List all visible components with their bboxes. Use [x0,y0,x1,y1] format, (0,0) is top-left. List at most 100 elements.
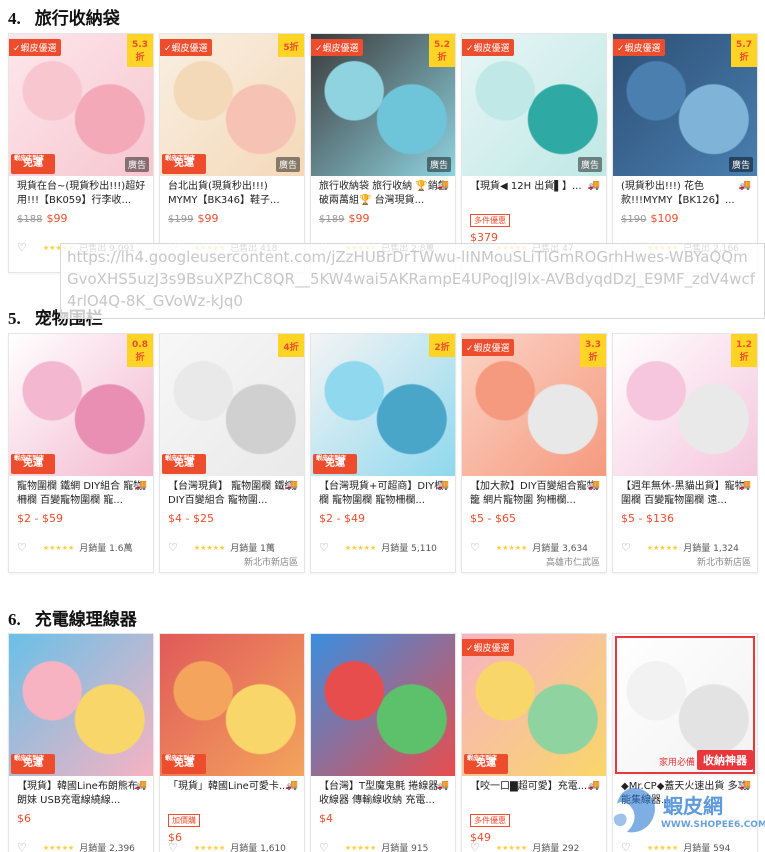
product-title[interactable]: 【台灣現貨+可超商】DIY柵欄 寵物圍欄 寵物柵欄... [319,480,449,508]
ad-label: 廣告 [124,157,149,172]
product-image[interactable]: ✓蝦皮優選 3.3折 [462,334,606,476]
product-info: 【台灣】T型魔鬼氈 捲線器 收線器 傳輸線收納 充電... $4 🚚 ♡ ★★★★★ 月銷… [311,776,455,852]
section-number: 4. [8,9,21,28]
product-title[interactable]: 【台灣】T型魔鬼氈 捲線器 收線器 傳輸線收納 充電... [319,780,449,808]
product-image[interactable]: ✓蝦皮優選 5.3折 廣告 蝦皮店到店 免運 [9,34,153,176]
price-row: $4 - $25 [168,512,298,525]
price-row: $2 - $59 [17,512,147,525]
heart-icon[interactable]: ♡ [319,841,329,852]
product-card[interactable]: ✓蝦皮優選 5.3折 廣告 蝦皮店到店 免運 現貨在台~(現貨秒出!!!)超好用!!!【B… [8,33,154,273]
product-image[interactable] [311,634,455,776]
product-card[interactable]: 2折 蝦皮店到店 免運 【台灣現貨+可超商】DIY柵欄 寵物圍欄 寵物柵欄... $2 … [310,333,456,573]
product-card[interactable]: ✓蝦皮優選廣告【現貨◀ 12H 出貨▌】...多件優惠$379🚚♡★★★★★已售… [461,33,607,273]
price-row: $189 $99 [319,212,449,225]
product-card[interactable]: ✓蝦皮優選 蝦皮店到店 免運 【咬一口▇超可愛】充電... 多件優惠 $49 🚚 ♡ ★★★★★… [461,633,607,852]
free-shipping-sub: 蝦皮店到店 [14,755,45,762]
product-image[interactable]: 收納神器 家用必備 [613,634,757,776]
free-shipping-truck-icon: 🚚 [134,780,147,791]
product-title[interactable]: 【週年無休-黑貓出貨】寵物圍欄 百變寵物圍欄 遠... [621,480,751,508]
product-image[interactable]: 0.8折 蝦皮店到店 免運 [9,334,153,476]
preferred-seller-badge: ✓蝦皮優選 [9,39,61,56]
heart-icon[interactable]: ♡ [17,841,27,852]
preferred-seller-badge: ✓蝦皮優選 [462,639,514,656]
heart-icon[interactable]: ♡ [470,841,480,852]
free-shipping-sub: 蝦皮店到店 [14,455,45,462]
product-image[interactable]: ✓蝦皮優選 5.7折 廣告 [613,34,757,176]
product-image[interactable]: ✓蝦皮優選 5.2折 廣告 [311,34,455,176]
seller-location: 新北市新店區 [243,558,298,568]
meta-row: ♡ ★★★★★ 月銷量 1,610 [168,841,298,852]
product-info: 「現貨」韓國Line可愛卡... 加價購 $6 🚚 ♡ ★★★★★ 月銷量 1,610 [160,776,304,852]
free-shipping-truck-icon: 🚚 [285,780,298,791]
product-title[interactable]: 「現貨」韓國Line可愛卡... [168,780,298,808]
product-title[interactable]: 現貨在台~(現貨秒出!!!)超好用!!!【BK059】行李收... [17,180,147,208]
product-image[interactable]: ✓蝦皮優選 廣告 [462,34,606,176]
shrimp-logo-icon [613,787,656,833]
product-card[interactable]: 蝦皮店到店 免運 【現貨】韓國Line布朗熊布朗妹 USB充電線繞線... $6 🚚 ♡ ★… [8,633,154,852]
product-title[interactable]: 【現貨◀ 12H 出貨▌】... [470,180,600,208]
sold-count: 月銷量 594 [683,844,731,852]
free-shipping-badge: 蝦皮店到店 免運 [11,754,55,774]
heart-icon[interactable]: ♡ [319,541,329,554]
product-image[interactable]: 蝦皮店到店 免運 [9,634,153,776]
seller-location: 高雄市仁武區 [545,558,600,568]
heart-icon[interactable]: ♡ [168,841,178,852]
product-title[interactable]: 【加大款】DIY百變組合寵物籠 網片寵物圍 狗柵欄... [470,480,600,508]
section-number: 6. [8,610,21,629]
image-url-overlay: https://lh4.googleusercontent.com/jZzHUB… [60,243,765,319]
discount-badge: 3.3折 [580,334,606,367]
product-card[interactable]: ✓蝦皮優選 5.2折 廣告旅行收納袋 旅行收納 🏆銷售破兩萬組🏆 台灣現貨... $1… [310,33,456,273]
product-title[interactable]: 寵物圍欄 鐵網 DIY組合 寵物柵欄 百變寵物圍欄 寵... [17,480,147,508]
product-row: ✓蝦皮優選 5.3折 廣告 蝦皮店到店 免運 現貨在台~(現貨秒出!!!)超好用!!!【B… [8,33,763,273]
heart-icon[interactable]: ♡ [168,541,178,554]
product-title[interactable]: 旅行收納袋 旅行收納 🏆銷售破兩萬組🏆 台灣現貨... [319,180,449,208]
product-title[interactable]: 【現貨】韓國Line布朗熊布朗妹 USB充電線繞線... [17,780,147,808]
heart-icon[interactable]: ♡ [621,541,631,554]
product-card[interactable]: ✓蝦皮優選 3.3折 【加大款】DIY百變組合寵物籠 網片寵物圍 狗柵欄... $5 … [461,333,607,573]
star-rating-icon: ★★★★★ [495,843,528,852]
product-card[interactable]: 【台灣】T型魔鬼氈 捲線器 收線器 傳輸線收納 充電... $4 🚚 ♡ ★★★★★ 月銷… [310,633,456,852]
product-image[interactable]: 4折 蝦皮店到店 免運 [160,334,304,476]
free-shipping-truck-icon: 🚚 [436,780,449,791]
product-card[interactable]: ✓蝦皮優選 5.7折 廣告 (現貨秒出!!!) 花色款!!!MYMY【BK126】..… [612,33,758,273]
product-image[interactable]: ✓蝦皮優選 5折 廣告 蝦皮店到店 免運 [160,34,304,176]
product-image[interactable]: 1.2折 [613,334,757,476]
product-card[interactable]: 1.2折【週年無休-黑貓出貨】寵物圍欄 百變寵物圍欄 遠... $5 - $136… [612,333,758,573]
free-shipping-truck-icon: 🚚 [587,480,600,491]
product-image[interactable]: 蝦皮店到店 免運 [160,634,304,776]
watermark-text: 蝦皮網 [663,794,723,818]
product-title[interactable]: 台北出貨(現貨秒出!!!) MYMY【BK346】鞋子... [168,180,298,208]
discount-badge: 5.2折 [429,34,455,67]
heart-icon[interactable]: ♡ [470,541,480,554]
star-rating-icon: ★★★★★ [646,843,679,852]
seller-location: 新北市新店區 [696,558,751,568]
free-shipping-truck-icon: 🚚 [738,180,751,191]
product-info: 【週年無休-黑貓出貨】寵物圍欄 百變寵物圍欄 遠... $5 - $136 🚚 ♡ ★★… [613,476,757,572]
product-info: 【加大款】DIY百變組合寵物籠 網片寵物圍 狗柵欄... $5 - $65 🚚 ♡ ★★… [462,476,606,572]
free-shipping-badge: 蝦皮店到店 免運 [11,154,55,174]
sale-price: $5 - $136 [621,512,674,525]
heart-icon[interactable]: ♡ [17,241,27,254]
heart-icon[interactable]: ♡ [17,541,27,554]
product-card[interactable]: 0.8折 蝦皮店到店 免運寵物圍欄 鐵網 DIY組合 寵物柵欄 百變寵物圍欄 寵..… [8,333,154,573]
free-shipping-badge: 蝦皮店到店 免運 [162,154,206,174]
product-card[interactable]: ✓蝦皮優選 5折 廣告 蝦皮店到店 免運台北出貨(現貨秒出!!!) MYMY【BK346… [159,33,305,273]
ad-label: 廣告 [728,157,753,172]
sale-price: $99 [348,212,370,225]
product-image[interactable]: ✓蝦皮優選 蝦皮店到店 免運 [462,634,606,776]
free-shipping-sub: 蝦皮店到店 [467,755,498,762]
product-title[interactable]: 【台灣現貨】 寵物圍欄 鐵網 DIY百變組合 寵物圍... [168,480,298,508]
product-title[interactable]: (現貨秒出!!!) 花色款!!!MYMY【BK126】... [621,180,751,208]
star-rating-icon: ★★★★★ [495,543,528,552]
product-info: 【台灣現貨+可超商】DIY柵欄 寵物圍欄 寵物柵欄... $2 - $49 🚚 ♡ ★★… [311,476,455,572]
free-shipping-sub: 蝦皮店到店 [14,155,45,162]
original-price: $189 [319,214,345,225]
product-image[interactable]: 2折 蝦皮店到店 免運 [311,334,455,476]
product-card[interactable]: 蝦皮店到店 免運 「現貨」韓國Line可愛卡... 加價購 $6 🚚 ♡ ★★★★★ 月銷量 1… [159,633,305,852]
heart-icon[interactable]: ♡ [621,841,631,852]
product-title[interactable]: 【咬一口▇超可愛】充電... [470,780,600,808]
product-card[interactable]: 4折 蝦皮店到店 免運【台灣現貨】 寵物圍欄 鐵網 DIY百變組合 寵物圍... $4… [159,333,305,573]
product-row: 0.8折 蝦皮店到店 免運寵物圍欄 鐵網 DIY組合 寵物柵欄 百變寵物圍欄 寵..… [8,333,763,573]
star-rating-icon: ★★★★★ [42,843,75,852]
free-shipping-truck-icon: 🚚 [436,480,449,491]
